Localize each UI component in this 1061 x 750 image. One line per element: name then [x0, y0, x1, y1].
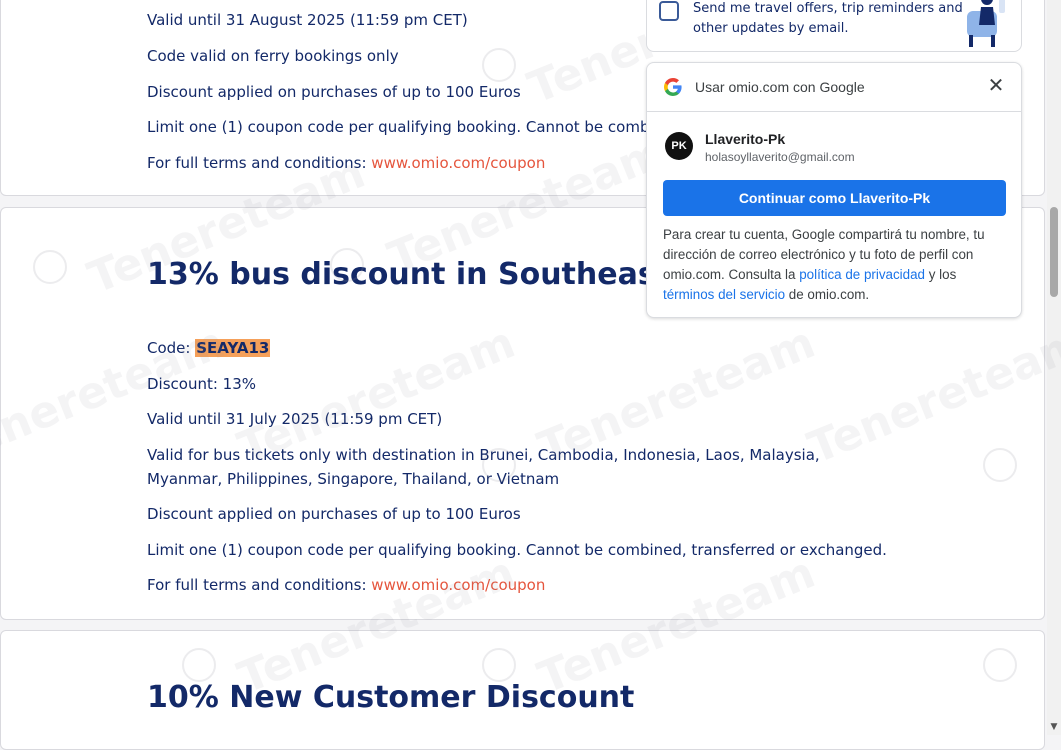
newsletter-checkbox[interactable]	[659, 1, 679, 21]
card2-terms: For full terms and conditions: www.omio.…	[147, 573, 545, 597]
google-account-email: holasoyllaverito@gmail.com	[705, 150, 855, 164]
scroll-down-arrow-icon[interactable]: ▼	[1048, 721, 1060, 733]
card1-terms-label: For full terms and conditions:	[147, 154, 372, 172]
close-icon[interactable]: ✕	[985, 75, 1007, 97]
coupon-code[interactable]: SEAYA13	[195, 339, 271, 357]
card1-discount-limit: Discount applied on purchases of up to 1…	[147, 83, 521, 101]
google-one-tap-panel: Usar omio.com con Google ✕ PK Llaverito-…	[646, 62, 1022, 318]
newsletter-optin-panel: Send me travel offers, trip reminders an…	[646, 0, 1022, 52]
card3-heading: 10% New Customer Discount	[147, 680, 635, 715]
card1-valid: Valid until 31 August 2025 (11:59 pm CET…	[147, 11, 468, 29]
card2-terms-label: For full terms and conditions:	[147, 576, 372, 594]
card2-terms-link[interactable]: www.omio.com/coupon	[371, 576, 545, 594]
google-logo-icon	[664, 78, 682, 96]
card2-valid: Valid until 31 July 2025 (11:59 pm CET)	[147, 410, 443, 428]
google-panel-title: Usar omio.com con Google	[695, 79, 865, 95]
card1-scope: Code valid on ferry bookings only	[147, 47, 399, 65]
card2-heading: 13% bus discount in Southeast As	[147, 257, 722, 292]
card2-code: Code: SEAYA13	[147, 336, 271, 360]
google-account-name: Llaverito-Pk	[705, 131, 786, 147]
card2-discount: Discount: 13%	[147, 375, 257, 393]
terms-of-service-link[interactable]: términos del servicio	[663, 287, 785, 302]
google-consent-text: Para crear tu cuenta, Google compartirá …	[663, 225, 1009, 305]
consent-text-part: y los	[925, 267, 957, 282]
card1-terms-link[interactable]: www.omio.com/coupon	[371, 154, 545, 172]
card2-limit: Limit one (1) coupon code per qualifying…	[147, 541, 887, 559]
card1-terms: For full terms and conditions: www.omio.…	[147, 151, 545, 175]
consent-text-part: de omio.com.	[785, 287, 870, 302]
card2-discount-limit: Discount applied on purchases of up to 1…	[147, 505, 521, 523]
google-panel-header: Usar omio.com con Google ✕	[647, 63, 1021, 112]
card2-destinations: Valid for bus tickets only with destinat…	[147, 446, 820, 488]
newsletter-optin-text: Send me travel offers, trip reminders an…	[693, 1, 963, 36]
card2-code-label: Code:	[147, 339, 196, 357]
scrollbar-thumb[interactable]	[1050, 207, 1058, 297]
continue-as-button[interactable]: Continuar como Llaverito-Pk	[663, 180, 1006, 216]
card1-limit: Limit one (1) coupon code per qualifying…	[147, 118, 673, 136]
privacy-policy-link[interactable]: política de privacidad	[799, 267, 925, 282]
traveler-illustration-icon	[967, 0, 1005, 47]
page-scrollbar[interactable]: ▼	[1047, 0, 1061, 735]
avatar: PK	[665, 132, 693, 160]
